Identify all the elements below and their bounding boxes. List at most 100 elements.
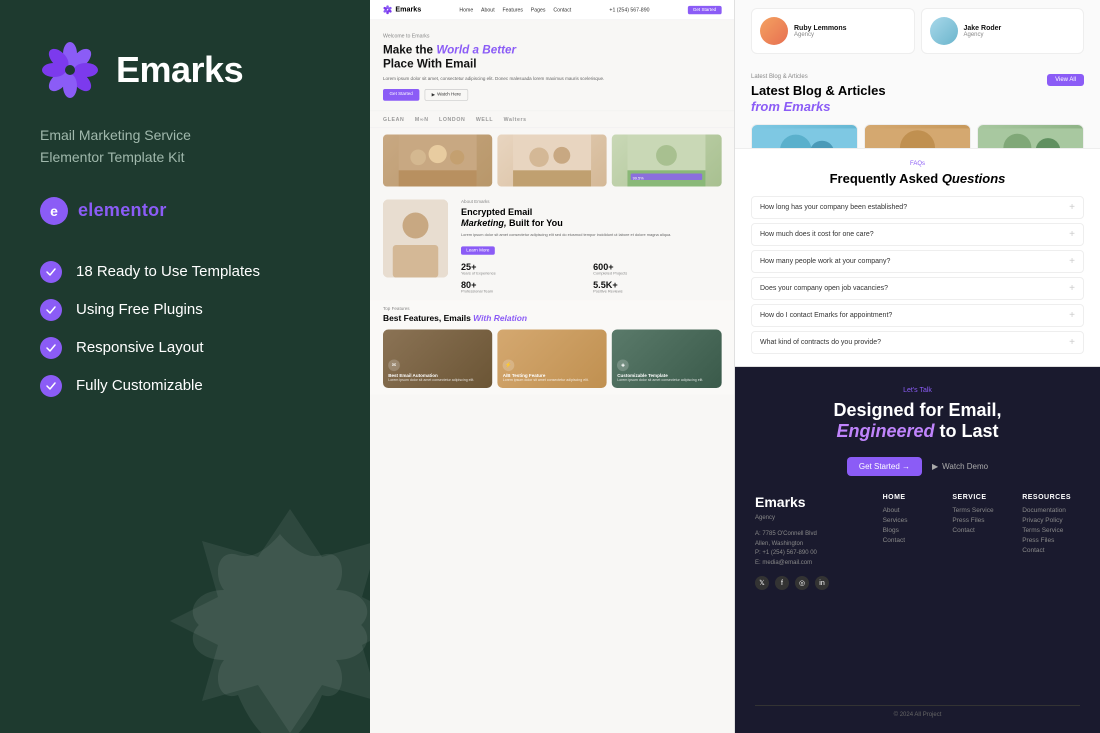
nav-links: Home About Features Pages Contact bbox=[459, 7, 571, 13]
feat-card-2-icon: ⚡ bbox=[503, 359, 515, 371]
footer-resources-terms[interactable]: Terms Service bbox=[1022, 527, 1080, 534]
nav-brand-name: Emarks bbox=[395, 6, 421, 14]
person-info-2: Jake Roder Agency bbox=[964, 25, 1002, 38]
hero-get-started-btn[interactable]: Get Started bbox=[383, 89, 419, 101]
footer-service-terms[interactable]: Terms Service bbox=[952, 507, 1010, 514]
check-icon-4 bbox=[40, 375, 62, 397]
left-panel: Emarks Email Marketing Service Elementor… bbox=[0, 0, 370, 733]
person-card-2: Jake Roder Agency bbox=[921, 8, 1085, 54]
feat-card-1-label: ✉ Best Email Automation Lorem ipsum dolo… bbox=[388, 359, 487, 382]
hero-text: Welcome to Emarks Make the World a Bette… bbox=[383, 33, 721, 101]
check-icon-3 bbox=[40, 337, 62, 359]
faq-item-5[interactable]: How do I contact Emarks for appointment?… bbox=[751, 304, 1084, 327]
feature-text-4: Fully Customizable bbox=[76, 377, 203, 394]
feat-card-3-icon: ◈ bbox=[617, 359, 629, 371]
nav-link-contact: Contact bbox=[553, 7, 571, 13]
feature-text-3: Responsive Layout bbox=[76, 339, 204, 356]
footer-nav-about[interactable]: About bbox=[883, 507, 941, 514]
feat-card-2-label: ⚡ A/B Testing Feature Lorem ipsum dolor … bbox=[503, 359, 602, 382]
footer-nav-col: Home About Services Blogs Contact bbox=[883, 494, 941, 697]
stat-experience: 25+ Years of Experience bbox=[461, 261, 589, 275]
feat-card-3: ◈ Customizable Template Lorem ipsum dolo… bbox=[612, 330, 721, 389]
faq-expand-icon-3: + bbox=[1069, 256, 1075, 267]
faq-item-4[interactable]: Does your company open job vacancies? + bbox=[751, 277, 1084, 300]
feature-text-2: Using Free Plugins bbox=[76, 301, 203, 318]
footer-nav-blogs[interactable]: Blogs bbox=[883, 527, 941, 534]
dark-get-started-btn[interactable]: Get Started → bbox=[847, 457, 922, 476]
logo-london: LONDON bbox=[439, 116, 465, 122]
screenshot-bottom-right: Let's Talk Designed for Email,Engineered… bbox=[735, 367, 1100, 733]
nav-link-features: Features bbox=[502, 7, 523, 13]
feature-item-2: Using Free Plugins bbox=[40, 299, 330, 321]
learn-more-btn[interactable]: Learn More bbox=[461, 246, 495, 254]
dark-watch-demo-btn[interactable]: ▶ Watch Demo bbox=[932, 457, 988, 476]
logo-glean: GLEAN bbox=[383, 116, 404, 122]
hero-watch-btn[interactable]: ▶ Watch Here bbox=[424, 89, 468, 101]
site-preview: Emarks Home About Features Pages Contact… bbox=[370, 0, 734, 476]
about-image bbox=[383, 200, 448, 278]
person-card-1: Ruby Lemmons Agency bbox=[751, 8, 915, 54]
about-section: About Emarks Encrypted EmailMarketing, B… bbox=[370, 193, 734, 300]
hero-btns: Get Started ▶ Watch Here bbox=[383, 89, 721, 101]
footer-resources-contact[interactable]: Contact bbox=[1022, 547, 1080, 554]
brand-name: Emarks bbox=[116, 49, 243, 91]
footer-nav-contact[interactable]: Contact bbox=[883, 537, 941, 544]
footer-brand-desc: Agency bbox=[755, 514, 871, 522]
person-avatar-2 bbox=[930, 17, 958, 45]
blog-view-all-btn[interactable]: View All bbox=[1047, 74, 1084, 86]
feat-card-3-label: ◈ Customizable Template Lorem ipsum dolo… bbox=[617, 359, 716, 382]
preview-card-1 bbox=[383, 135, 492, 187]
nav-phone: +1 (254) 567-890 bbox=[609, 7, 649, 13]
preview-hero: Welcome to Emarks Make the World a Bette… bbox=[370, 20, 734, 110]
stat-projects: 600+ Completed Projects bbox=[593, 261, 721, 275]
about-title: Encrypted EmailMarketing, Built for You bbox=[461, 207, 721, 229]
faq-tag: FAQs bbox=[751, 161, 1084, 167]
feat-card-1-icon: ✉ bbox=[388, 359, 400, 371]
footer-resources-title: Resources bbox=[1022, 494, 1080, 501]
preview-card-3: 99.5% bbox=[612, 135, 721, 187]
blog-section: Latest Blog & Articles Latest Blog & Art… bbox=[735, 60, 1100, 148]
dark-section-content: Let's Talk Designed for Email,Engineered… bbox=[735, 367, 1100, 733]
faq-item-3[interactable]: How many people work at your company? + bbox=[751, 250, 1084, 273]
footer-resources-docs[interactable]: Documentation bbox=[1022, 507, 1080, 514]
preview-card-2 bbox=[498, 135, 607, 187]
faq-question-3: How many people work at your company? bbox=[760, 258, 890, 265]
nav-cta-btn[interactable]: Get Started bbox=[688, 6, 722, 14]
blog-card-2: Web Focus December 30 2024 From Intermed… bbox=[864, 124, 971, 147]
stat-reviews: 5.5K+ Positive Reviews bbox=[593, 279, 721, 293]
footer-resources-press[interactable]: Press Files bbox=[1022, 537, 1080, 544]
person-cards: Ruby Lemmons Agency Jake Roder Agency bbox=[735, 0, 1100, 60]
faq-question-4: Does your company open job vacancies? bbox=[760, 285, 888, 292]
screenshot-main: Emarks Home About Features Pages Contact… bbox=[370, 0, 735, 733]
linkedin-icon[interactable]: in bbox=[815, 576, 829, 590]
stat-team: 80+ Professional Team bbox=[461, 279, 589, 293]
footer-resources-col: Resources Documentation Privacy Policy T… bbox=[1022, 494, 1080, 697]
twitter-icon[interactable]: 𝕏 bbox=[755, 576, 769, 590]
blog-header-text: Latest Blog & Articles Latest Blog & Art… bbox=[751, 74, 886, 114]
screenshots-grid: Emarks Home About Features Pages Contact… bbox=[370, 0, 1100, 733]
facebook-icon[interactable]: f bbox=[775, 576, 789, 590]
check-icon-1 bbox=[40, 261, 62, 283]
footer-nav-title: Home bbox=[883, 494, 941, 501]
faq-question-2: How much does it cost for one care? bbox=[760, 231, 874, 238]
feat-card-1: ✉ Best Email Automation Lorem ipsum dolo… bbox=[383, 330, 492, 389]
footer-service-contact-link[interactable]: Contact bbox=[952, 527, 1010, 534]
footer-nav-services[interactable]: Services bbox=[883, 517, 941, 524]
footer-resources-privacy[interactable]: Privacy Policy bbox=[1022, 517, 1080, 524]
faq-item-1[interactable]: How long has your company been establish… bbox=[751, 196, 1084, 219]
top-right-content: Ruby Lemmons Agency Jake Roder Agency bbox=[735, 0, 1100, 366]
instagram-icon[interactable]: ◎ bbox=[795, 576, 809, 590]
right-panel: Emarks Home About Features Pages Contact… bbox=[370, 0, 1100, 733]
footer-service-press[interactable]: Press Files bbox=[952, 517, 1010, 524]
feature-text-1: 18 Ready to Use Templates bbox=[76, 263, 260, 280]
about-tag: About Emarks bbox=[461, 200, 721, 205]
faq-item-2[interactable]: How much does it cost for one care? + bbox=[751, 223, 1084, 246]
logos-strip: GLEAN M∞N LONDON WELL Walters bbox=[370, 110, 734, 128]
footer-address: A: 7785 O'Connell Blvd Allen, Washington… bbox=[755, 530, 871, 568]
elementor-label: elementor bbox=[78, 200, 167, 221]
about-desc: Lorem ipsum dolor sit amet consectetur a… bbox=[461, 232, 721, 237]
faq-item-6[interactable]: What kind of contracts do you provide? + bbox=[751, 331, 1084, 354]
hero-welcome: Welcome to Emarks bbox=[383, 33, 721, 39]
footer-brand-col: Emarks Agency A: 7785 O'Connell Blvd All… bbox=[755, 494, 871, 697]
feature-item-4: Fully Customizable bbox=[40, 375, 330, 397]
